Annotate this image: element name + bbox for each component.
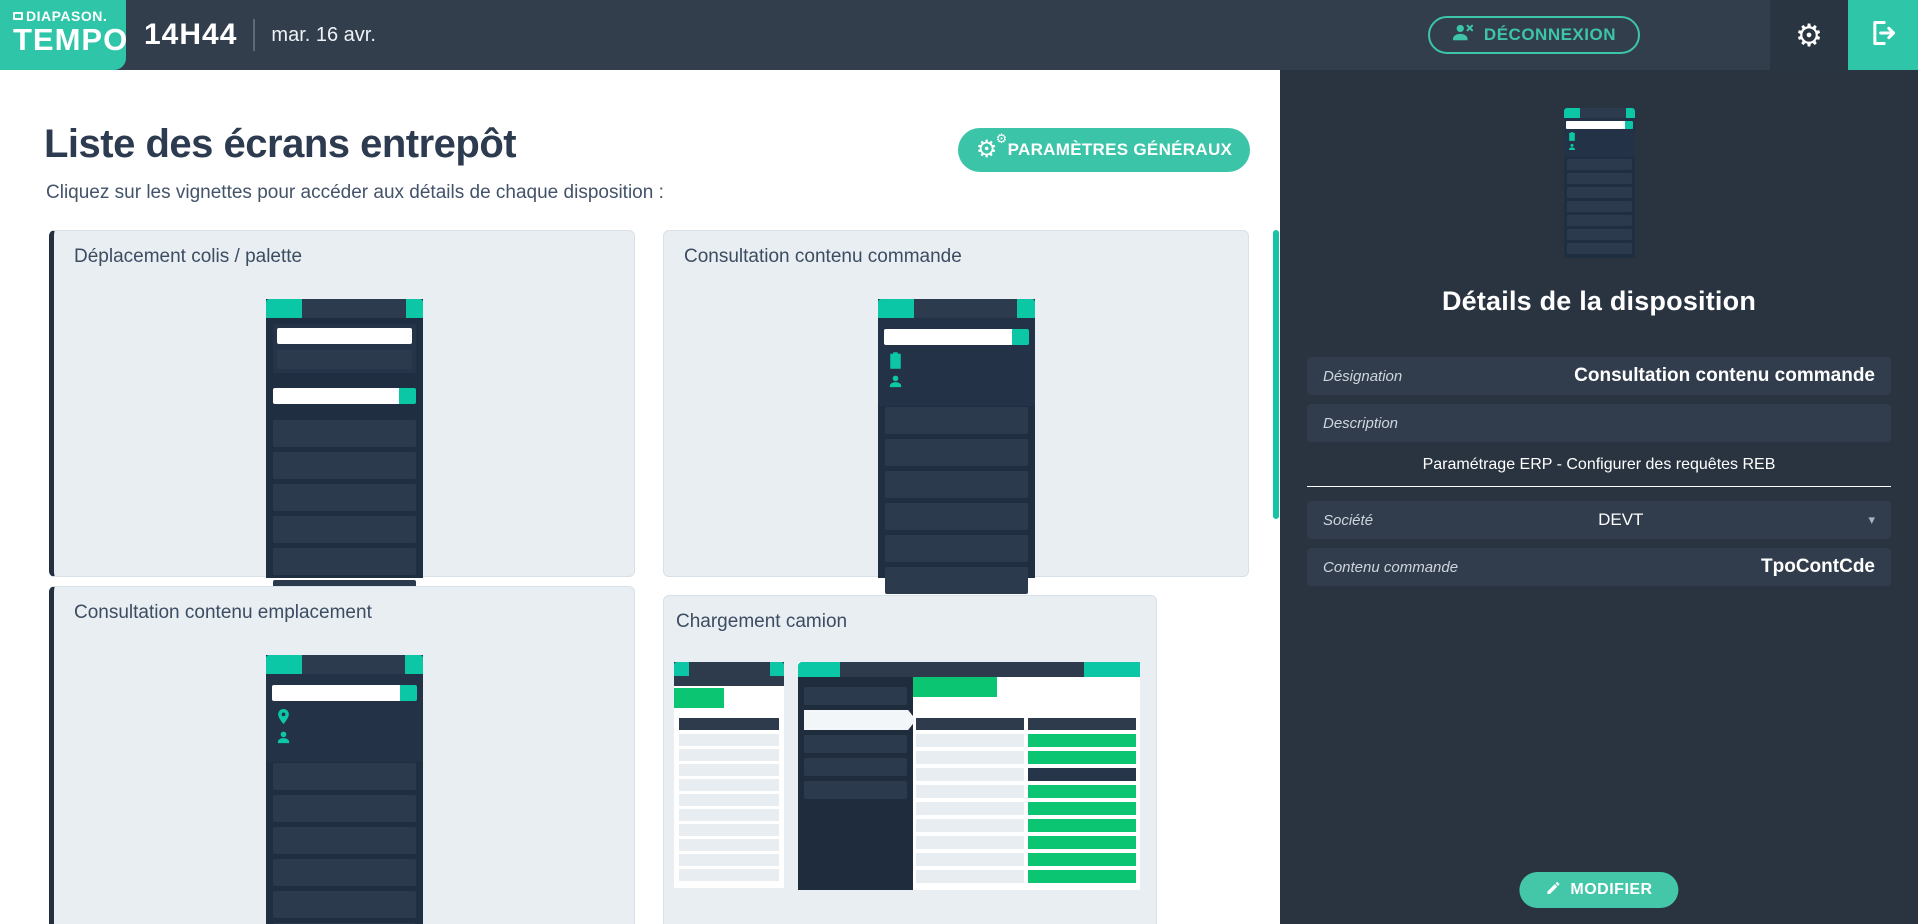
card-chargement-camion[interactable]: Chargement camion xyxy=(663,595,1157,924)
screen-thumbnail-tablet xyxy=(798,662,1140,890)
field-label: Description xyxy=(1323,415,1398,432)
scrollbar-thumb[interactable] xyxy=(1273,230,1279,519)
card-title: Consultation contenu commande xyxy=(664,231,1248,268)
thumbnail-rows xyxy=(916,734,1024,883)
topbar: DIAPASON. TEMPO 14H44 mar. 16 avr. DÉCON… xyxy=(0,0,1918,70)
settings-button[interactable]: ⚙ xyxy=(1770,0,1848,70)
card-title: Déplacement colis / palette xyxy=(54,231,634,268)
gears-icon: ⚙⚙ xyxy=(976,138,998,162)
field-description: Description xyxy=(1307,404,1891,442)
clipboard-icon xyxy=(1567,132,1632,141)
selected-layout-thumbnail xyxy=(1564,108,1635,258)
person-icon xyxy=(1567,143,1632,151)
details-sidebar: Détails de la disposition Désignation Co… xyxy=(1280,70,1918,924)
card-title: Consultation contenu emplacement xyxy=(54,587,634,624)
divider xyxy=(1307,486,1891,487)
main-content: Liste des écrans entrepôt Cliquez sur le… xyxy=(0,70,1280,924)
deconnexion-button[interactable]: DÉCONNEXION xyxy=(1428,16,1640,54)
field-societe-select[interactable]: Société DEVT ▾ xyxy=(1307,501,1891,539)
gear-icon: ⚙ xyxy=(1795,20,1823,51)
page-title: Liste des écrans entrepôt xyxy=(44,122,516,167)
person-icon xyxy=(886,374,1027,389)
parametres-generaux-button[interactable]: ⚙⚙ PARAMÈTRES GÉNÉRAUX xyxy=(958,128,1250,172)
screen-thumbnail xyxy=(266,299,423,578)
screen-thumbnail xyxy=(266,655,423,924)
field-label: Contenu commande xyxy=(1323,559,1458,576)
field-value: TpoContCde xyxy=(1761,556,1875,578)
app-window: DIAPASON. TEMPO 14H44 mar. 16 avr. DÉCON… xyxy=(0,0,1918,924)
field-label: Désignation xyxy=(1323,368,1402,385)
clipboard-icon xyxy=(886,352,1027,369)
monitor-icon xyxy=(13,12,23,20)
field-label: Société xyxy=(1323,512,1373,529)
clock-time: 14H44 xyxy=(144,18,237,52)
thumbnail-rows xyxy=(1028,734,1136,883)
card-title: Chargement camion xyxy=(664,596,1156,633)
thumbnail-rows xyxy=(273,763,416,924)
field-value: DEVT xyxy=(1373,510,1868,530)
card-deplacement-colis-palette[interactable]: Déplacement colis / palette xyxy=(49,230,635,577)
thumbnail-rows xyxy=(679,734,779,881)
description-note: Paramétrage ERP - Configurer des requête… xyxy=(1307,456,1891,474)
screen-thumbnail-handheld xyxy=(674,662,784,888)
deconnexion-label: DÉCONNEXION xyxy=(1484,25,1616,45)
logout-button[interactable] xyxy=(1848,0,1918,70)
pencil-icon xyxy=(1545,880,1561,901)
chevron-down-icon: ▾ xyxy=(1868,512,1875,528)
app-logo[interactable]: DIAPASON. TEMPO xyxy=(0,0,126,70)
field-contenu-commande: Contenu commande TpoContCde xyxy=(1307,548,1891,586)
thumbnail-rows xyxy=(885,407,1028,594)
card-consultation-contenu-emplacement[interactable]: Consultation contenu emplacement xyxy=(49,586,635,924)
topbar-divider xyxy=(253,19,255,51)
modifier-label: MODIFIER xyxy=(1570,881,1652,899)
selected-item-arrow xyxy=(804,710,916,730)
location-pin-icon xyxy=(274,708,415,725)
modifier-button[interactable]: MODIFIER xyxy=(1519,872,1678,908)
page-subtitle: Cliquez sur les vignettes pour accéder a… xyxy=(46,182,664,204)
field-designation: Désignation Consultation contenu command… xyxy=(1307,357,1891,395)
logout-icon xyxy=(1869,19,1897,52)
clock-date: mar. 16 avr. xyxy=(271,24,376,47)
user-x-icon xyxy=(1452,23,1474,48)
screen-thumbnail xyxy=(878,299,1035,578)
thumbnail-rows xyxy=(1567,159,1632,254)
brand-large-label: TEMPO xyxy=(13,24,126,56)
card-consultation-contenu-commande[interactable]: Consultation contenu commande xyxy=(663,230,1249,577)
field-value: Consultation contenu commande xyxy=(1574,365,1875,387)
parametres-generaux-label: PARAMÈTRES GÉNÉRAUX xyxy=(1008,140,1233,160)
sidebar-heading: Détails de la disposition xyxy=(1280,286,1918,317)
thumbnail-rows xyxy=(273,420,416,607)
person-icon xyxy=(274,730,415,745)
